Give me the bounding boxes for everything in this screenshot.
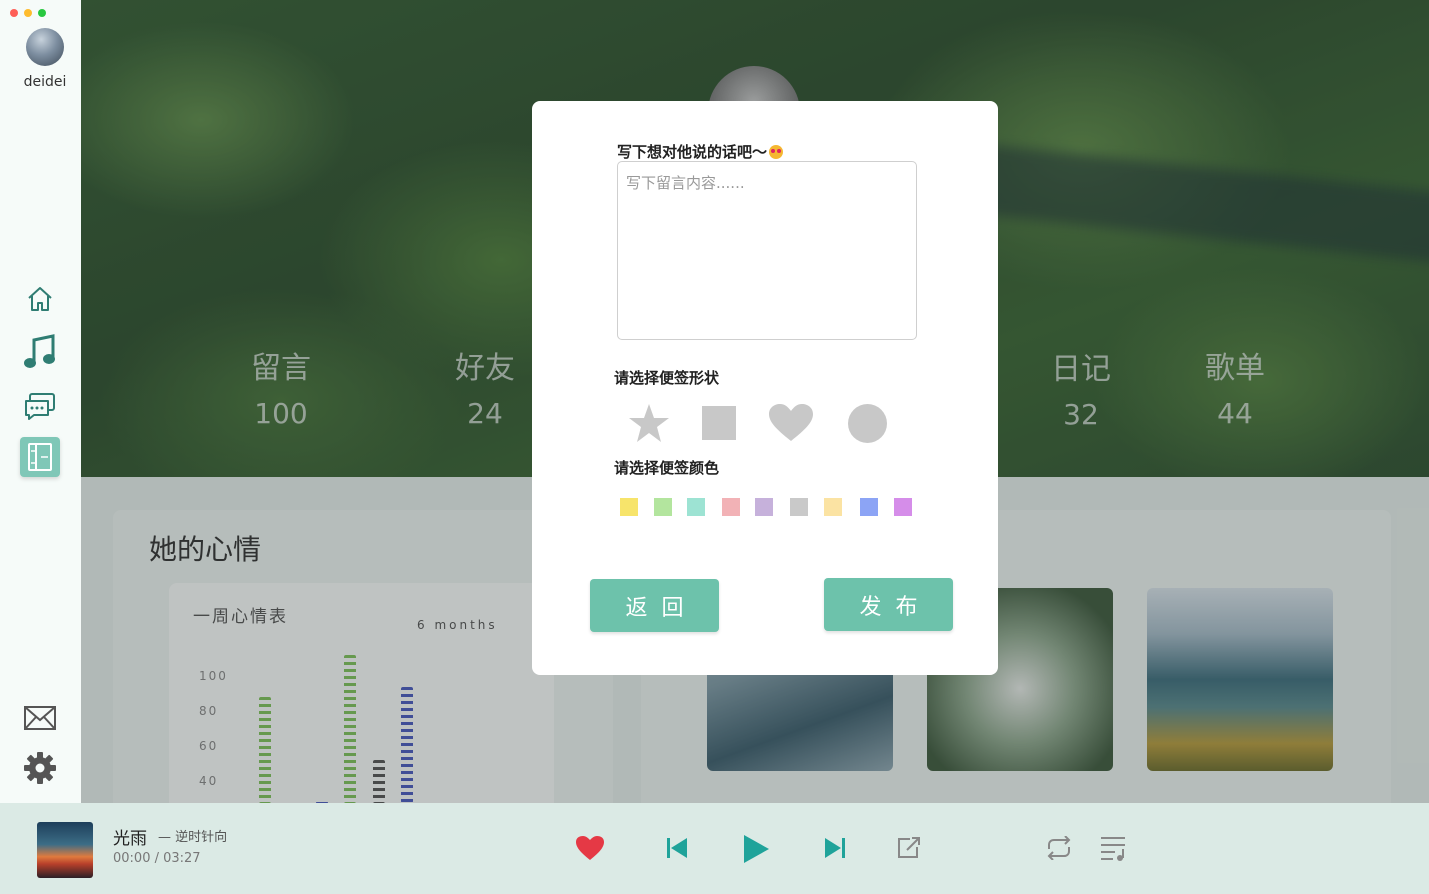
mail-icon[interactable]: [20, 698, 60, 738]
color-swatch[interactable]: [755, 498, 773, 516]
minimize-window-button[interactable]: [24, 9, 32, 17]
back-button[interactable]: 返回: [590, 579, 719, 632]
color-swatch[interactable]: [654, 498, 672, 516]
message-input[interactable]: [617, 161, 917, 340]
home-icon[interactable]: [20, 279, 60, 319]
heart-eyes-emoji-icon: [769, 145, 784, 159]
color-swatch[interactable]: [860, 498, 878, 516]
next-track-icon[interactable]: [820, 833, 850, 863]
open-external-icon[interactable]: [894, 834, 924, 862]
prompt-text: 写下想对他说的话吧～: [617, 143, 768, 161]
song-artist: — 逆时针向: [158, 830, 228, 845]
color-swatch[interactable]: [894, 498, 912, 516]
color-label: 请选择便签颜色: [614, 459, 720, 477]
window-controls: [10, 9, 46, 17]
star-icon[interactable]: [624, 402, 674, 444]
gear-icon[interactable]: [20, 748, 60, 788]
chat-icon[interactable]: [20, 386, 60, 426]
like-heart-icon[interactable]: [572, 831, 608, 865]
color-swatch[interactable]: [824, 498, 842, 516]
heart-icon[interactable]: [766, 402, 816, 444]
avatar[interactable]: [26, 28, 64, 66]
playlist-icon[interactable]: [1097, 833, 1129, 863]
square-icon[interactable]: [694, 402, 744, 444]
previous-track-icon[interactable]: [662, 833, 692, 863]
music-note-icon[interactable]: [20, 332, 60, 372]
color-swatch[interactable]: [620, 498, 638, 516]
message-prompt: 写下想对他说的话吧～: [617, 141, 784, 162]
sidebar: deidei: [0, 0, 81, 803]
play-icon[interactable]: [738, 830, 774, 868]
maximize-window-button[interactable]: [38, 9, 46, 17]
username: deidei: [23, 74, 67, 90]
color-swatch[interactable]: [722, 498, 740, 516]
sticky-note-dialog: 写下想对他说的话吧～ 请选择便签形状 请选择便签颜色 返回 发布: [532, 101, 998, 675]
color-swatch[interactable]: [790, 498, 808, 516]
song-title: 光雨: [113, 829, 147, 849]
shape-label: 请选择便签形状: [614, 369, 720, 387]
album-cover[interactable]: [37, 822, 93, 878]
color-swatch[interactable]: [687, 498, 705, 516]
publish-button[interactable]: 发布: [824, 578, 953, 631]
repeat-icon[interactable]: [1043, 834, 1075, 862]
music-player-bar: 光雨 — 逆时针向 00:00 / 03:27: [0, 803, 1429, 894]
circle-icon[interactable]: [842, 402, 892, 444]
notes-icon[interactable]: [20, 437, 60, 477]
song-time: 00:00 / 03:27: [113, 851, 201, 866]
close-window-button[interactable]: [10, 9, 18, 17]
